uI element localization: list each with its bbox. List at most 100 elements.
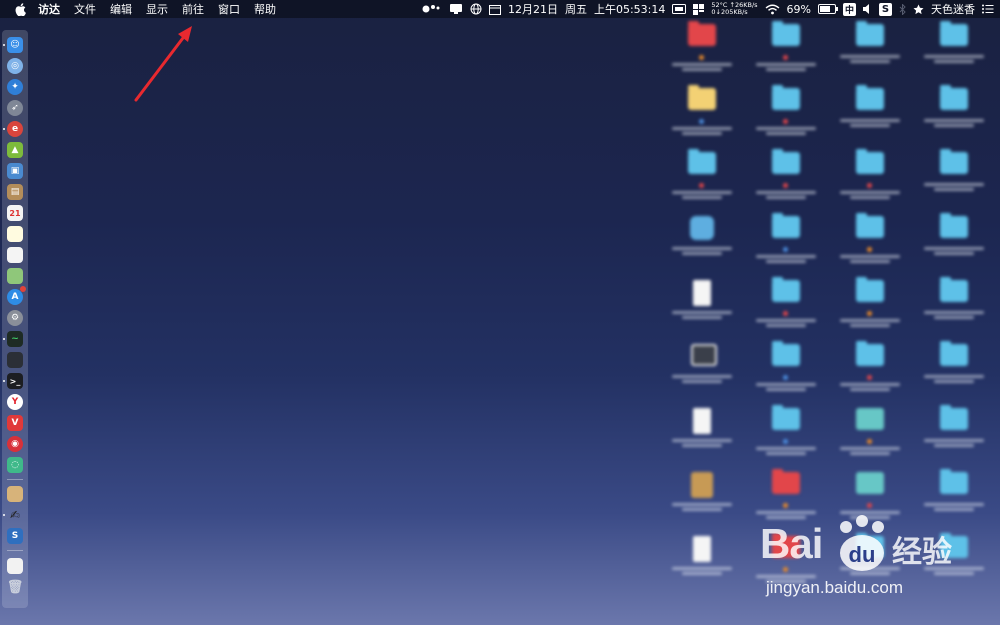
console-icon[interactable] bbox=[7, 352, 23, 368]
desktop-item[interactable] bbox=[660, 212, 744, 272]
document-icon bbox=[693, 280, 711, 306]
desktop-item[interactable] bbox=[744, 148, 828, 208]
clock-date[interactable]: 12月21日 bbox=[508, 1, 558, 17]
desktop-item[interactable] bbox=[744, 84, 828, 144]
blurred-label-line bbox=[756, 383, 816, 386]
terminal-icon[interactable]: >_ bbox=[3, 373, 23, 389]
netease-icon[interactable]: e bbox=[3, 121, 23, 137]
desktop-item[interactable] bbox=[828, 276, 912, 336]
finder-icon[interactable]: ☺ bbox=[3, 37, 23, 53]
mouse-app-icon[interactable]: ✍ bbox=[3, 507, 23, 523]
desktop-item[interactable] bbox=[660, 276, 744, 336]
desktop-item[interactable] bbox=[744, 340, 828, 400]
bluetooth-icon[interactable] bbox=[899, 3, 906, 15]
app-store-icon[interactable]: A bbox=[7, 286, 26, 305]
preview-icon[interactable]: ▣ bbox=[7, 163, 23, 179]
sogou-dock-icon[interactable]: S bbox=[7, 528, 23, 544]
apple-menu-icon[interactable] bbox=[12, 0, 28, 18]
desktop-item[interactable] bbox=[828, 212, 912, 272]
desktop-item[interactable] bbox=[828, 84, 912, 144]
desktop-item[interactable] bbox=[828, 404, 912, 464]
reminders-icon[interactable] bbox=[7, 247, 23, 263]
launchpad-icon[interactable]: ➶ bbox=[7, 100, 23, 116]
calendar-status-icon[interactable] bbox=[488, 4, 501, 15]
desktop-item-label bbox=[662, 53, 742, 71]
safari-icon[interactable]: ✦ bbox=[7, 79, 23, 95]
documents-folder-icon[interactable] bbox=[7, 486, 23, 502]
contacts-icon[interactable]: ▤ bbox=[7, 184, 23, 200]
sogou-icon[interactable]: S bbox=[879, 2, 892, 16]
notes-icon[interactable] bbox=[7, 226, 23, 242]
battery-icon[interactable] bbox=[817, 4, 838, 14]
wechat-icon[interactable]: ◌ bbox=[7, 457, 23, 473]
desktop-item[interactable] bbox=[912, 84, 996, 144]
desktop-item[interactable] bbox=[660, 404, 744, 464]
system-stats[interactable]: 52°C ↑26KB/s 0↓205KB/s bbox=[711, 2, 757, 16]
user-name[interactable]: 天色迷香 bbox=[931, 1, 975, 17]
activity-monitor-icon[interactable]: ~ bbox=[3, 331, 23, 347]
desktop-item[interactable] bbox=[912, 276, 996, 336]
desktop-item[interactable] bbox=[744, 212, 828, 272]
desktop-item[interactable] bbox=[744, 20, 828, 80]
blurred-label-line bbox=[934, 188, 974, 191]
desktop-item[interactable] bbox=[828, 340, 912, 400]
desktop-item[interactable] bbox=[744, 404, 828, 464]
desktop-item[interactable] bbox=[660, 340, 744, 400]
network-icon[interactable]: ◎ bbox=[7, 58, 23, 74]
music-app-icon[interactable]: ◉ bbox=[7, 436, 23, 452]
menu-window[interactable]: 窗口 bbox=[218, 1, 240, 17]
running-indicator bbox=[3, 380, 5, 382]
desktop-item[interactable] bbox=[660, 20, 744, 80]
blurred-label-line bbox=[924, 119, 984, 122]
star-icon[interactable] bbox=[913, 4, 924, 15]
notification-list-icon[interactable] bbox=[982, 4, 994, 14]
desktop-item[interactable] bbox=[660, 148, 744, 208]
volume-icon[interactable] bbox=[863, 4, 872, 14]
menu-view[interactable]: 显示 bbox=[146, 1, 168, 17]
calendar-icon[interactable]: 21 bbox=[7, 205, 23, 221]
clock-weekday[interactable]: 周五 bbox=[565, 1, 587, 17]
desktop-item[interactable] bbox=[828, 148, 912, 208]
display-status-icon[interactable] bbox=[449, 3, 463, 15]
app-menu-finder[interactable]: 访达 bbox=[38, 1, 60, 17]
menu-file[interactable]: 文件 bbox=[74, 1, 96, 17]
desktop-item[interactable] bbox=[660, 84, 744, 144]
tag-dot bbox=[782, 182, 788, 188]
menu-edit[interactable]: 编辑 bbox=[110, 1, 132, 17]
desktop-item[interactable] bbox=[660, 468, 744, 528]
desktop-item[interactable] bbox=[912, 340, 996, 400]
desktop-item[interactable] bbox=[828, 20, 912, 80]
blurred-label-line bbox=[756, 511, 816, 514]
menu-bar: 访达 文件 编辑 显示 前往 窗口 帮助 12月21日 周五 上午05:53:1… bbox=[0, 0, 1000, 18]
yandex-browser-icon[interactable]: Y bbox=[7, 394, 23, 410]
blurred-label-line bbox=[850, 260, 890, 263]
menu-go[interactable]: 前往 bbox=[182, 1, 204, 17]
wifi-icon[interactable] bbox=[765, 4, 780, 15]
menu-help[interactable]: 帮助 bbox=[254, 1, 276, 17]
desktop-item[interactable] bbox=[912, 148, 996, 208]
blurred-label-line bbox=[840, 383, 900, 386]
maps-icon[interactable] bbox=[7, 268, 23, 284]
system-preferences-icon[interactable]: ⚙ bbox=[7, 310, 23, 326]
dots-status-icon[interactable] bbox=[422, 4, 442, 14]
android-icon[interactable]: ▲ bbox=[7, 142, 23, 158]
screen-status-icon[interactable] bbox=[672, 4, 687, 14]
blurred-label-line bbox=[934, 60, 974, 63]
downloads-stack-icon[interactable] bbox=[7, 558, 23, 574]
globe-icon[interactable] bbox=[470, 3, 482, 15]
folder-icon bbox=[772, 277, 800, 302]
input-method-indicator[interactable]: 中 bbox=[842, 2, 856, 16]
trash-icon[interactable]: 🗑 bbox=[7, 579, 24, 595]
clock-time[interactable]: 上午05:53:14 bbox=[594, 1, 665, 17]
grid-app-icon[interactable] bbox=[693, 3, 705, 15]
desktop-item[interactable] bbox=[744, 276, 828, 336]
blurred-label-line bbox=[672, 567, 732, 570]
battery-percent[interactable]: 69% bbox=[787, 3, 811, 16]
battery-fill bbox=[819, 6, 830, 12]
vivaldi-icon[interactable]: V bbox=[7, 415, 23, 431]
desktop-item[interactable] bbox=[912, 212, 996, 272]
desktop-item[interactable] bbox=[660, 532, 744, 592]
desktop-item[interactable] bbox=[912, 20, 996, 80]
desktop-item-label bbox=[830, 373, 910, 391]
desktop-item[interactable] bbox=[912, 404, 996, 464]
